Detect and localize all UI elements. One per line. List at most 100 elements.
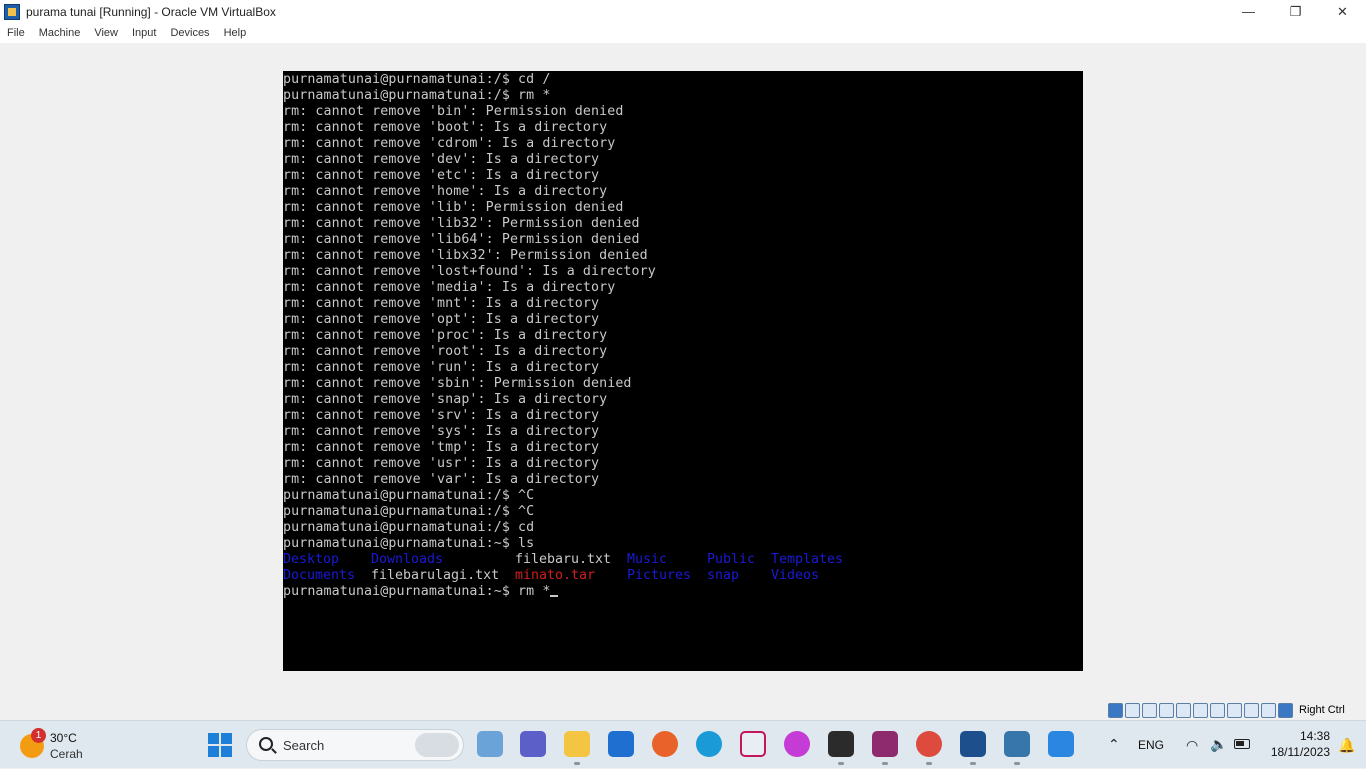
ls-entry: filebaru.txt (515, 552, 612, 567)
menu-bar: File Machine View Input Devices Help (0, 23, 1366, 43)
optical-drive-icon[interactable] (1125, 702, 1140, 718)
ls-entry: snap (707, 568, 740, 583)
notification-bell-icon[interactable]: 🔔 (1338, 737, 1355, 754)
winrar-icon[interactable] (872, 731, 898, 757)
close-button[interactable]: ✕ (1319, 0, 1366, 23)
audio-icon[interactable] (1142, 702, 1157, 718)
volume-icon[interactable]: 🔈 (1210, 736, 1227, 753)
show-hidden-icons-chevron-icon[interactable]: ⌃ (1108, 736, 1120, 753)
network-icon[interactable] (1159, 702, 1174, 718)
chrome-icon[interactable] (916, 731, 942, 757)
terminal-line: purnamatunai@purnamatunai:/$ cd / (283, 72, 551, 87)
windows-taskbar: 1 30°C Cerah Search ⌃ ENG ◠ 🔈 14:38 18/1… (0, 720, 1366, 768)
terminal-line: rm: cannot remove 'mnt': Is a directory (283, 296, 600, 311)
terminal-line: rm: cannot remove 'home': Is a directory (283, 184, 608, 199)
ls-entry: Downloads (371, 552, 444, 567)
notification-badge: 1 (31, 728, 46, 743)
photos-icon[interactable] (1048, 731, 1074, 757)
window-title: purama tunai [Running] - Oracle VM Virtu… (26, 4, 276, 19)
hard-disk-icon[interactable] (1108, 702, 1123, 718)
terminal-running-indicator (838, 762, 844, 765)
terminal-line: rm: cannot remove 'usr': Is a directory (283, 456, 600, 471)
recording-icon[interactable] (1227, 702, 1242, 718)
terminal-line: purnamatunai@purnamatunai:/$ ^C (283, 504, 535, 519)
chrome-running-indicator (926, 762, 932, 765)
text-cursor (550, 595, 559, 597)
window-titlebar: purama tunai [Running] - Oracle VM Virtu… (0, 0, 1366, 23)
ls-entry: Public (707, 552, 756, 567)
python-idle-icon[interactable] (1004, 731, 1030, 757)
ls-entry: Templates (771, 552, 844, 567)
terminal-line: purnamatunai@purnamatunai:/$ ^C (283, 488, 535, 503)
window-controls: — ❐ ✕ (1225, 0, 1366, 23)
terminal-line: rm: cannot remove 'lib': Permission deni… (283, 200, 624, 215)
store-app-icon[interactable] (608, 731, 634, 757)
winrar-running-indicator (882, 762, 888, 765)
python-idle-running-indicator (1014, 762, 1020, 765)
file-explorer-running-indicator (574, 762, 580, 765)
language-indicator[interactable]: ENG (1138, 738, 1164, 752)
taskbar-search[interactable]: Search (246, 729, 464, 761)
terminal-line: rm: cannot remove 'root': Is a directory (283, 344, 608, 359)
terminal-current-prompt: purnamatunai@purnamatunai:~$ rm * (283, 584, 559, 600)
usb-icon[interactable] (1176, 702, 1191, 718)
mouse-integration-icon[interactable] (1261, 702, 1276, 718)
firefox-icon[interactable] (652, 731, 678, 757)
keyboard-capture-icon[interactable] (1278, 702, 1293, 718)
terminal-line: rm: cannot remove 'sys': Is a directory (283, 424, 600, 439)
search-icon (259, 737, 273, 751)
terminal-line: rm: cannot remove 'tmp': Is a directory (283, 440, 600, 455)
terminal-line: rm: cannot remove 'cdrom': Is a director… (283, 136, 616, 151)
battery-icon[interactable] (1234, 739, 1250, 749)
weather-condition: Cerah (50, 747, 83, 761)
wifi-icon[interactable]: ◠ (1186, 737, 1198, 754)
virtualbox-icon[interactable] (960, 731, 986, 757)
menu-view[interactable]: View (87, 27, 125, 39)
weather-widget[interactable]: 1 30°C Cerah (20, 728, 130, 763)
search-highlight-image (415, 733, 459, 757)
terminal-line: purnamatunai@purnamatunai:~$ ls (283, 536, 535, 551)
wps-icon[interactable] (784, 731, 810, 757)
host-key-label: Right Ctrl (1299, 704, 1345, 716)
vm-console-screen[interactable]: purnamatunai@purnamatunai:/$ cd / purnama… (283, 71, 1083, 671)
terminal-line: rm: cannot remove 'media': Is a director… (283, 280, 616, 295)
menu-input[interactable]: Input (125, 27, 163, 39)
search-label: Search (283, 738, 325, 753)
virtualbox-running-indicator (970, 762, 976, 765)
terminal-line: rm: cannot remove 'opt': Is a directory (283, 312, 600, 327)
terminal-icon[interactable] (828, 731, 854, 757)
menu-machine[interactable]: Machine (32, 27, 88, 39)
menu-devices[interactable]: Devices (163, 27, 216, 39)
cpu-icon[interactable] (1244, 702, 1259, 718)
terminal-line: rm: cannot remove 'bin': Permission deni… (283, 104, 624, 119)
start-button[interactable] (208, 733, 232, 757)
ls-entry: Pictures (627, 568, 692, 583)
terminal-line: rm: cannot remove 'lib32': Permission de… (283, 216, 640, 231)
maximize-button[interactable]: ❐ (1272, 0, 1319, 23)
clock-date[interactable]: 18/11/2023 (1260, 745, 1330, 759)
file-explorer-icon[interactable] (564, 731, 590, 757)
shared-folder-icon[interactable] (1193, 702, 1208, 718)
menu-help[interactable]: Help (217, 27, 254, 39)
ls-entry: Music (627, 552, 668, 567)
menu-file[interactable]: File (0, 27, 32, 39)
vm-statusbar: Right Ctrl (1108, 700, 1345, 720)
terminal-line: rm: cannot remove 'snap': Is a directory (283, 392, 608, 407)
edge-icon[interactable] (696, 731, 722, 757)
terminal-line: rm: cannot remove 'boot': Is a directory (283, 120, 608, 135)
pre-app-icon[interactable] (477, 731, 503, 757)
ls-entry: Videos (771, 568, 820, 583)
ls-entry: filebarulagi.txt (371, 568, 500, 583)
clock-time[interactable]: 14:38 (1260, 729, 1330, 743)
minimize-button[interactable]: — (1225, 0, 1272, 23)
terminal-line: rm: cannot remove 'srv': Is a directory (283, 408, 600, 423)
snipping-tool-icon[interactable] (740, 731, 766, 757)
terminal-line: rm: cannot remove 'libx32': Permission d… (283, 248, 648, 263)
terminal-line: rm: cannot remove 'var': Is a directory (283, 472, 600, 487)
display-icon[interactable] (1210, 702, 1225, 718)
terminal-line: rm: cannot remove 'run': Is a directory (283, 360, 600, 375)
terminal-line: rm: cannot remove 'dev': Is a directory (283, 152, 600, 167)
ls-entry: minato.tar (515, 568, 596, 583)
teams-icon[interactable] (520, 731, 546, 757)
ls-entry: Documents (283, 568, 356, 583)
